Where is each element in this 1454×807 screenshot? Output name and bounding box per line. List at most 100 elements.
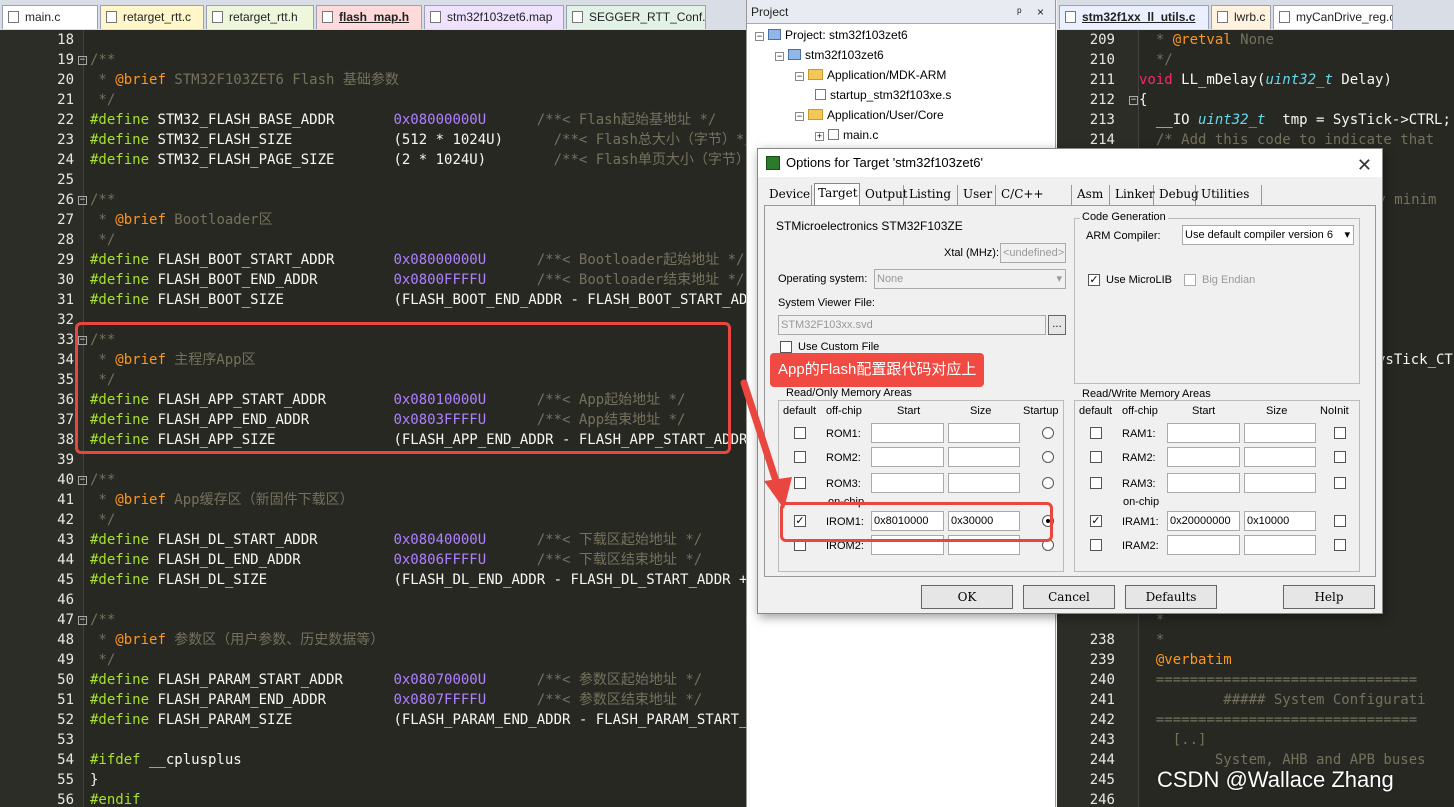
tab-utilities[interactable]: Utilities bbox=[1198, 185, 1262, 205]
help-button[interactable]: Help bbox=[1283, 585, 1375, 609]
compiler-label: ARM Compiler: bbox=[1086, 230, 1161, 242]
code-line: #define FLASH_DL_START_ADDR 0x08040000U … bbox=[90, 530, 702, 550]
fold-toggle-icon[interactable]: − bbox=[78, 56, 87, 65]
tree-item[interactable]: startup_stm32f103xe.s bbox=[815, 86, 951, 104]
pin-icon[interactable]: ᵖ bbox=[1017, 0, 1022, 24]
rom-size-input[interactable] bbox=[948, 473, 1020, 493]
code-line: } bbox=[90, 770, 98, 790]
fold-toggle-icon[interactable]: − bbox=[78, 616, 87, 625]
file-icon bbox=[322, 11, 333, 23]
ro-col-start: Start bbox=[897, 405, 921, 417]
custom-file-checkbox[interactable] bbox=[780, 341, 792, 353]
ram-start-input[interactable] bbox=[1167, 447, 1240, 467]
code-line: * @retval None bbox=[1139, 30, 1274, 50]
tab-user[interactable]: User bbox=[960, 185, 996, 205]
expand-toggle-icon[interactable]: − bbox=[775, 52, 784, 61]
tab-listing[interactable]: Listing bbox=[906, 185, 958, 205]
ram-noinit-checkbox[interactable] bbox=[1334, 427, 1346, 439]
code-line: =============================== bbox=[1139, 670, 1417, 690]
ram-noinit-checkbox[interactable] bbox=[1334, 539, 1346, 551]
close-icon[interactable]: × bbox=[1037, 0, 1044, 24]
tab-output[interactable]: Output bbox=[862, 185, 908, 205]
microlib-checkbox[interactable]: ✓ bbox=[1088, 274, 1100, 286]
tab-device[interactable]: Device bbox=[766, 185, 812, 205]
file-tab[interactable]: retarget_rtt.c bbox=[100, 5, 204, 29]
os-select[interactable]: None ▾ bbox=[874, 269, 1066, 289]
expand-toggle-icon[interactable]: − bbox=[795, 112, 804, 121]
rom-startup-radio[interactable] bbox=[1042, 451, 1054, 463]
xtal-input[interactable]: <undefined> bbox=[1000, 243, 1066, 263]
tab-c-c-ac6-[interactable]: C/C++ (AC6) bbox=[998, 185, 1072, 219]
ram-noinit-checkbox[interactable] bbox=[1334, 451, 1346, 463]
fold-toggle-icon[interactable]: − bbox=[78, 476, 87, 485]
code-token: * bbox=[1139, 632, 1165, 648]
ram-noinit-checkbox[interactable] bbox=[1334, 477, 1346, 489]
ram-default-checkbox[interactable]: ✓ bbox=[1090, 515, 1102, 527]
tree-item[interactable]: − Application/MDK-ARM bbox=[795, 66, 946, 84]
rom-start-input[interactable] bbox=[871, 473, 944, 493]
file-tab[interactable]: stm32f1xx_ll_utils.c bbox=[1059, 5, 1209, 29]
rom-size-input[interactable] bbox=[948, 447, 1020, 467]
ok-button[interactable]: OK bbox=[921, 585, 1013, 609]
tab-debug[interactable]: Debug bbox=[1156, 185, 1199, 205]
code-token: /**< Bootloader起始地址 */ bbox=[486, 252, 745, 268]
code-token: FLASH_DL_SIZE (FLASH_DL_END_ADDR - FLASH… bbox=[149, 572, 746, 588]
fold-toggle-icon[interactable]: − bbox=[78, 196, 87, 205]
tab-linker[interactable]: Linker bbox=[1112, 185, 1155, 205]
file-tab[interactable]: SEGGER_RTT_Conf.h bbox=[566, 5, 706, 29]
file-tab[interactable]: myCanDrive_reg.c bbox=[1273, 5, 1393, 29]
ram-start-input[interactable] bbox=[1167, 423, 1240, 443]
ram-size-input[interactable] bbox=[1244, 423, 1316, 443]
file-tab[interactable]: stm32f103zet6.map bbox=[424, 5, 564, 29]
svd-input[interactable]: STM32F103xx.svd bbox=[778, 315, 1046, 335]
rom-size-input[interactable] bbox=[948, 423, 1020, 443]
code-token: #define bbox=[90, 572, 150, 588]
tree-item[interactable]: − stm32f103zet6 bbox=[775, 46, 884, 64]
defaults-button[interactable]: Defaults bbox=[1125, 585, 1217, 609]
ram-size-input[interactable]: 0x10000 bbox=[1244, 511, 1316, 531]
ram-start-input[interactable]: 0x20000000 bbox=[1167, 511, 1240, 531]
file-tab[interactable]: retarget_rtt.h bbox=[206, 5, 314, 29]
tab-target[interactable]: Target bbox=[814, 183, 860, 205]
code-token: /** bbox=[90, 612, 116, 628]
tab-asm[interactable]: Asm bbox=[1074, 185, 1110, 205]
tree-item[interactable]: + main.c bbox=[815, 126, 878, 144]
ram-size-input[interactable] bbox=[1244, 447, 1316, 467]
ram-default-checkbox[interactable] bbox=[1090, 427, 1102, 439]
compiler-select[interactable]: Use default compiler version 6 ▾ bbox=[1182, 225, 1354, 245]
file-tab[interactable]: main.c bbox=[2, 5, 98, 29]
svd-browse-button[interactable]: ... bbox=[1048, 315, 1066, 335]
cancel-button[interactable]: Cancel bbox=[1023, 585, 1115, 609]
close-icon[interactable]: ✕ bbox=[1357, 151, 1372, 179]
rom-startup-radio[interactable] bbox=[1042, 477, 1054, 489]
target-icon bbox=[788, 49, 801, 60]
ram-size-input[interactable] bbox=[1244, 473, 1316, 493]
project-pane-title: Project ᵖ × bbox=[747, 0, 1055, 24]
rom-start-input[interactable] bbox=[871, 423, 944, 443]
ram-start-input[interactable] bbox=[1167, 535, 1240, 555]
file-tab[interactable]: lwrb.c bbox=[1211, 5, 1271, 29]
rom-start-input[interactable] bbox=[871, 447, 944, 467]
code-line: /** bbox=[90, 470, 115, 490]
code-line: ysTick_CT bbox=[1377, 350, 1453, 370]
code-token: */ bbox=[90, 512, 116, 528]
expand-toggle-icon[interactable]: + bbox=[815, 132, 824, 141]
fold-toggle-icon[interactable]: − bbox=[1129, 96, 1138, 105]
tree-item-label: Project: stm32f103zet6 bbox=[785, 28, 908, 42]
expand-toggle-icon[interactable]: − bbox=[795, 72, 804, 81]
expand-toggle-icon[interactable]: − bbox=[755, 32, 764, 41]
rom-startup-radio[interactable] bbox=[1042, 427, 1054, 439]
big-endian-checkbox[interactable] bbox=[1184, 274, 1196, 286]
ram-start-input[interactable] bbox=[1167, 473, 1240, 493]
ram-default-checkbox[interactable] bbox=[1090, 477, 1102, 489]
ram-noinit-checkbox[interactable] bbox=[1334, 515, 1346, 527]
file-tab[interactable]: flash_map.h bbox=[316, 5, 422, 29]
ram-default-checkbox[interactable] bbox=[1090, 451, 1102, 463]
ram-default-checkbox[interactable] bbox=[1090, 539, 1102, 551]
line-number: 46 bbox=[57, 592, 74, 608]
folder-icon bbox=[808, 69, 823, 80]
ram-size-input[interactable] bbox=[1244, 535, 1316, 555]
code-line: /** bbox=[90, 190, 115, 210]
tree-item[interactable]: − Project: stm32f103zet6 bbox=[755, 26, 908, 44]
tree-item[interactable]: − Application/User/Core bbox=[795, 106, 944, 124]
